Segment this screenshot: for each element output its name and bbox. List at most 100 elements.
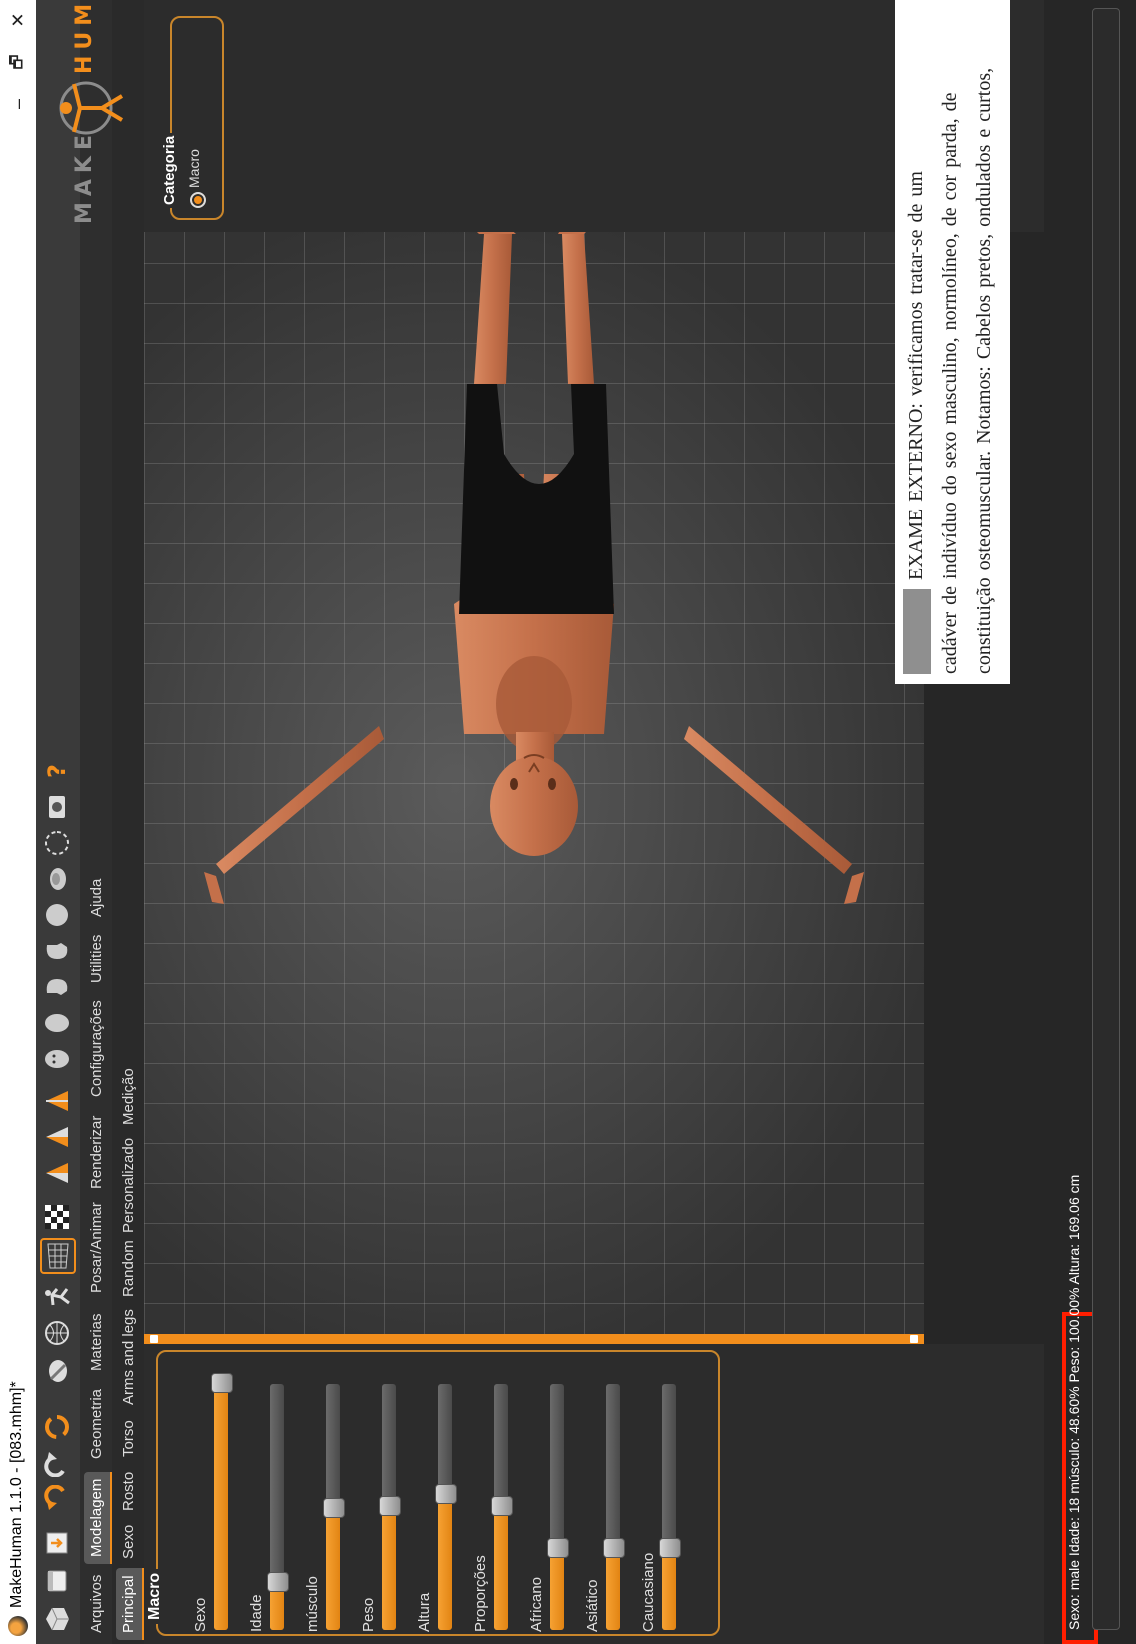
bottom-view-icon[interactable] [40,862,74,896]
left-splitter[interactable] [144,1334,924,1344]
save-icon[interactable] [40,1526,74,1560]
splitter-handle[interactable] [150,1335,158,1343]
app-window: MakeHuman 1.1.0 - [083.mhm]* – 🗗 ✕ ? Arq… [0,0,1136,1644]
splitter-handle[interactable] [910,1335,918,1343]
slider-label: Asiático [584,1579,601,1632]
slider-handle[interactable] [379,1496,401,1516]
slider-fill [438,1494,452,1630]
slider-label: Sexo [192,1597,209,1632]
checker-icon[interactable] [40,1200,74,1234]
status-text: Sexo: male Idade: 18 músculo: 48.60% Pes… [1066,1174,1082,1630]
tab-configuracoes[interactable]: Configurações [84,993,110,1104]
reset-camera-icon[interactable] [40,826,74,860]
window-title: MakeHuman 1.1.0 - [083.mhm]* [8,1381,25,1608]
undo-icon[interactable] [40,1482,74,1516]
close-button[interactable]: ✕ [2,0,34,40]
logo-human: HUMAN [72,0,97,74]
tab-utilities[interactable]: Utilities [84,928,110,990]
grid-icon[interactable] [40,1238,76,1274]
tab-medicao[interactable]: Medição [116,1061,142,1132]
right-view-icon[interactable] [40,934,74,968]
slider-handle[interactable] [323,1498,345,1519]
tab-posar-animar[interactable]: Posar/Animar [84,1195,110,1300]
toolbar: ? [36,0,80,1644]
back-view-icon[interactable] [40,1006,74,1040]
tab-principal[interactable]: Principal [116,1568,144,1640]
slider-handle[interactable] [491,1496,513,1516]
macro-panel: Macro Sexo Idade músculo Peso Altura Proporçõ… [144,1344,1044,1644]
tab-geometria[interactable]: Geometria [84,1382,110,1466]
help-icon[interactable]: ? [40,754,74,788]
tab-ajuda[interactable]: Ajuda [84,872,110,924]
slider-track[interactable] [323,1384,345,1630]
slider-fill [214,1384,228,1630]
tab-sexo[interactable]: Sexo [116,1518,142,1566]
slider-fill [382,1507,396,1630]
3d-viewport[interactable] [144,232,924,1344]
tab-rosto[interactable]: Rosto [116,1465,142,1518]
document-overlay: EXAME EXTERNO: verificamos tratar-se de … [895,0,1010,684]
slider-handle[interactable] [267,1572,289,1593]
reset-icon[interactable] [40,1410,74,1444]
slider-label: Africano [528,1576,545,1632]
slider-track[interactable] [211,1373,233,1630]
slider-track[interactable] [267,1384,289,1630]
main-tabs: Arquivos Modelagem Geometria Materias Po… [80,0,112,1644]
category-title: Categoria [161,132,178,208]
symmetry-right-icon[interactable] [40,1156,74,1190]
screenshot-icon[interactable] [40,790,74,824]
macro-title: Macro [146,1568,164,1624]
slider-fill [550,1548,564,1630]
slider-label: Peso [360,1597,377,1632]
pose-icon[interactable] [40,1280,74,1314]
top-view-icon[interactable] [40,898,74,932]
slider-handle[interactable] [547,1537,569,1558]
tab-materias[interactable]: Materias [84,1306,110,1378]
symmetry-left-icon[interactable] [40,1120,74,1154]
slider-handle[interactable] [211,1373,233,1393]
slider-label: Proporções [472,1555,489,1632]
slider-label: Altura [416,1592,433,1632]
human-model [204,232,864,904]
redo-icon[interactable] [40,1446,74,1480]
macro-radio[interactable] [190,192,206,208]
slider-handle[interactable] [659,1537,681,1558]
status-field [1092,8,1120,1630]
tab-arms-and-legs[interactable]: Arms and legs [116,1302,142,1412]
wireframe-icon[interactable] [40,1316,74,1350]
slider-fill [494,1507,508,1630]
slider-handle[interactable] [435,1483,457,1504]
tab-arquivos[interactable]: Arquivos [84,1568,110,1640]
category-group: Categoria Macro [161,16,224,220]
doc-line: cadáver de indivíduo do sexo masculino, … [939,92,961,675]
slider-track[interactable] [379,1384,401,1630]
slider-label: Idade [248,1594,265,1632]
tab-modelagem[interactable]: Modelagem [84,1471,112,1564]
title-bar: MakeHuman 1.1.0 - [083.mhm]* – 🗗 ✕ [0,0,36,1644]
smooth-icon[interactable] [40,1354,74,1388]
slider-track[interactable] [603,1384,625,1630]
front-view-icon[interactable] [40,1042,74,1076]
slider-fill [606,1548,620,1630]
sub-tabs: Principal Sexo Rosto Torso Arms and legs… [112,0,144,1644]
slider-track[interactable] [659,1384,681,1630]
left-view-icon[interactable] [40,970,74,1004]
cube-icon[interactable] [40,1602,74,1636]
slider-track[interactable] [435,1384,457,1630]
tab-torso[interactable]: Torso [116,1413,142,1464]
tab-renderizar[interactable]: Renderizar [84,1109,110,1196]
slider-fill [662,1548,676,1630]
restore-button[interactable]: 🗗 [2,42,34,82]
doc-line: constituição osteomuscular. Notamos: Cab… [973,67,995,674]
window-icon[interactable] [40,1564,74,1598]
minimize-button[interactable]: – [2,84,34,124]
vitruvian-logo-icon [59,81,124,135]
symmetry-icon[interactable] [40,1084,74,1118]
status-bar: Sexo: male Idade: 18 músculo: 48.60% Pes… [1060,0,1130,1644]
slider-track[interactable] [547,1384,569,1630]
tab-personalizado[interactable]: Personalizado [116,1131,142,1240]
slider-track[interactable] [491,1384,513,1630]
tab-random[interactable]: Random [116,1233,142,1304]
logo-make: MAKE [72,129,97,224]
slider-handle[interactable] [603,1537,625,1558]
